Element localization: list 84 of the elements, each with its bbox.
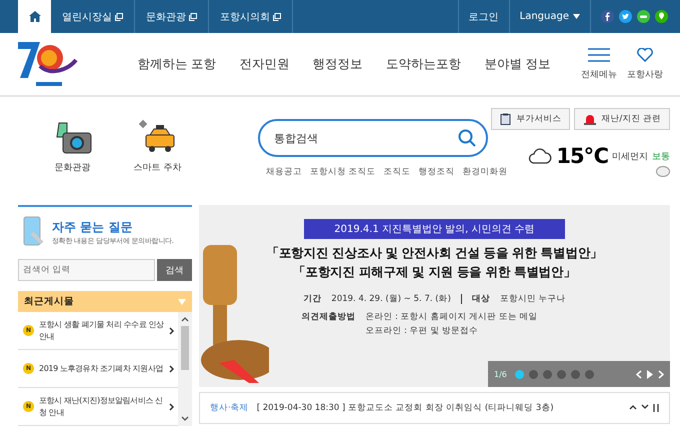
- caret-icon: [178, 298, 186, 304]
- nav-menu-item[interactable]: 도약하는포항: [386, 56, 462, 72]
- previous-icon[interactable]: [636, 370, 642, 378]
- scrollbar-thumb[interactable]: [181, 326, 189, 370]
- twitter-icon[interactable]: [619, 10, 632, 23]
- top-link[interactable]: 열린시장실: [51, 0, 135, 33]
- facebook-icon[interactable]: [601, 10, 614, 23]
- play-icon[interactable]: [647, 370, 653, 378]
- period-label: 기간: [303, 293, 322, 305]
- scroll-up-icon[interactable]: [181, 316, 189, 322]
- cloud-icon: [528, 148, 552, 164]
- scrollbar[interactable]: [178, 312, 192, 426]
- period-text: 2019. 4. 29. (월) ~ 5. 7. (화): [331, 293, 451, 305]
- search-button[interactable]: 검색: [157, 259, 192, 281]
- method-text: 온라인 : 포항시 홈페이지 게시판 또는 메일: [365, 311, 538, 323]
- post-link[interactable]: 2019 노후경유차 조기폐차 지원사업: [39, 362, 164, 374]
- keyword-link[interactable]: 포항시청 조직도: [310, 166, 376, 178]
- banner-title: 「포항지진 진상조사 및 안전사회 건설 등을 위한 특별법안」: [266, 245, 603, 262]
- nav-menu-item[interactable]: 행정정보: [312, 56, 363, 72]
- service-button[interactable]: 재난/지진 관련: [574, 108, 670, 130]
- login-link[interactable]: 로그인: [458, 0, 509, 33]
- down-icon[interactable]: [641, 404, 649, 410]
- menu-icon: [588, 48, 610, 62]
- temperature-text: 15℃: [556, 144, 608, 168]
- slide-dot[interactable]: [514, 370, 524, 378]
- faq-title: 자주 묻는 질문: [52, 218, 134, 236]
- next-button[interactable]: [656, 166, 670, 177]
- dust-label: 미세먼지: [612, 150, 648, 162]
- chevron-right-icon: [169, 364, 174, 372]
- chevron-right-icon: [169, 402, 174, 410]
- banner-title: 「포항지진 피해구제 및 지원 등을 위한 특별법안」: [293, 264, 576, 281]
- clipboard-icon: [500, 113, 512, 125]
- method-text: 오프라인 : 우편 및 방문접수: [365, 325, 480, 337]
- target-label: 대상: [472, 293, 490, 305]
- chevron-right-icon: [169, 326, 174, 334]
- keyword-link[interactable]: 환경미화원: [462, 166, 508, 178]
- all-menu-button[interactable]: 전체메뉴: [576, 48, 622, 80]
- siren-icon: [583, 113, 598, 125]
- new-window-icon: [189, 12, 197, 20]
- quick-link[interactable]: 문화관광: [30, 97, 115, 197]
- service-button[interactable]: 부가서비스: [491, 108, 570, 130]
- keyword-link[interactable]: 조직도: [384, 166, 411, 178]
- recent-posts-header[interactable]: 최근게시물: [18, 291, 192, 312]
- nav-menu-item[interactable]: 함께하는 포항: [138, 56, 216, 72]
- new-window-icon: [115, 12, 123, 20]
- faq-search-field[interactable]: 검색어 입력: [18, 259, 155, 281]
- banner-background[interactable]: 2019.4.1 지진특별법안 발의, 시민의견 수렴 「포항지진 진상조사 및 안전사회 건설 등을 위한 특별법안」 「포항지진 피해구제 및 지원 등을 위한 특별법안」 기간 2019. 4. 29. (월) ~ 5. 7. (화) 대상 포항시민 누구나 의견제출방법 온라인 : 포항시 홈페이지 게시판 또는 메일 오프라인 : 우편 및 방문접수 1/6: [199, 205, 670, 387]
- slide-dot[interactable]: [528, 370, 538, 378]
- up-icon[interactable]: [629, 404, 637, 410]
- slide-dot[interactable]: [570, 370, 580, 378]
- section-title: 최근게시물: [24, 295, 74, 308]
- top-link[interactable]: 문화관광: [135, 0, 209, 33]
- keyword-link[interactable]: 행정조직: [418, 166, 455, 178]
- scroll-down-icon[interactable]: [181, 416, 189, 422]
- dust-status: 보통: [652, 150, 670, 162]
- home-icon: [28, 11, 40, 22]
- post-link[interactable]: 포항시 생활 폐기물 처리 수수료 인상 안내: [39, 318, 164, 342]
- next-icon[interactable]: [658, 370, 664, 378]
- nav-menu-item[interactable]: 분야별 정보: [484, 56, 550, 72]
- banner-heading: 2019.4.1 지진특별법안 발의, 시민의견 수렴: [304, 219, 565, 239]
- search-field[interactable]: 통합검색: [258, 119, 488, 157]
- news-ticker-link[interactable]: [ 2019-04-30 18:30 ] 포항교도소 교정회 회장 이취임식 (티파니웨딩 3층): [256, 402, 621, 414]
- heart-icon: [637, 48, 653, 62]
- top-link[interactable]: 포항시의회: [209, 0, 293, 33]
- taxi-icon: [138, 119, 178, 155]
- caret-icon: [573, 14, 580, 19]
- map-pin-icon[interactable]: [655, 10, 668, 23]
- ticker-category: 행사·축제: [210, 402, 249, 414]
- pause-icon[interactable]: [653, 404, 659, 412]
- post-link[interactable]: 포항시 재난(지진)정보알림서비스 신청 안내: [39, 394, 164, 418]
- home-button[interactable]: [18, 0, 51, 33]
- slide-dot[interactable]: [556, 370, 566, 378]
- quick-link[interactable]: 스마트 주차: [115, 97, 200, 197]
- search-icon[interactable]: [458, 129, 476, 147]
- method-label: 의견제출방법: [301, 311, 356, 324]
- slide-counter: 1/6: [494, 370, 507, 378]
- favorite-button[interactable]: 포항사랑: [622, 48, 668, 80]
- new-window-icon: [273, 12, 281, 20]
- slide-dot[interactable]: [542, 370, 552, 378]
- nav-menu-item[interactable]: 전자민원: [239, 56, 290, 72]
- slide-dot[interactable]: [584, 370, 594, 378]
- language-dropdown[interactable]: Language: [508, 0, 590, 33]
- keyword-link[interactable]: 채용공고: [266, 166, 302, 178]
- target-text: 포항시민 누구나: [500, 293, 566, 305]
